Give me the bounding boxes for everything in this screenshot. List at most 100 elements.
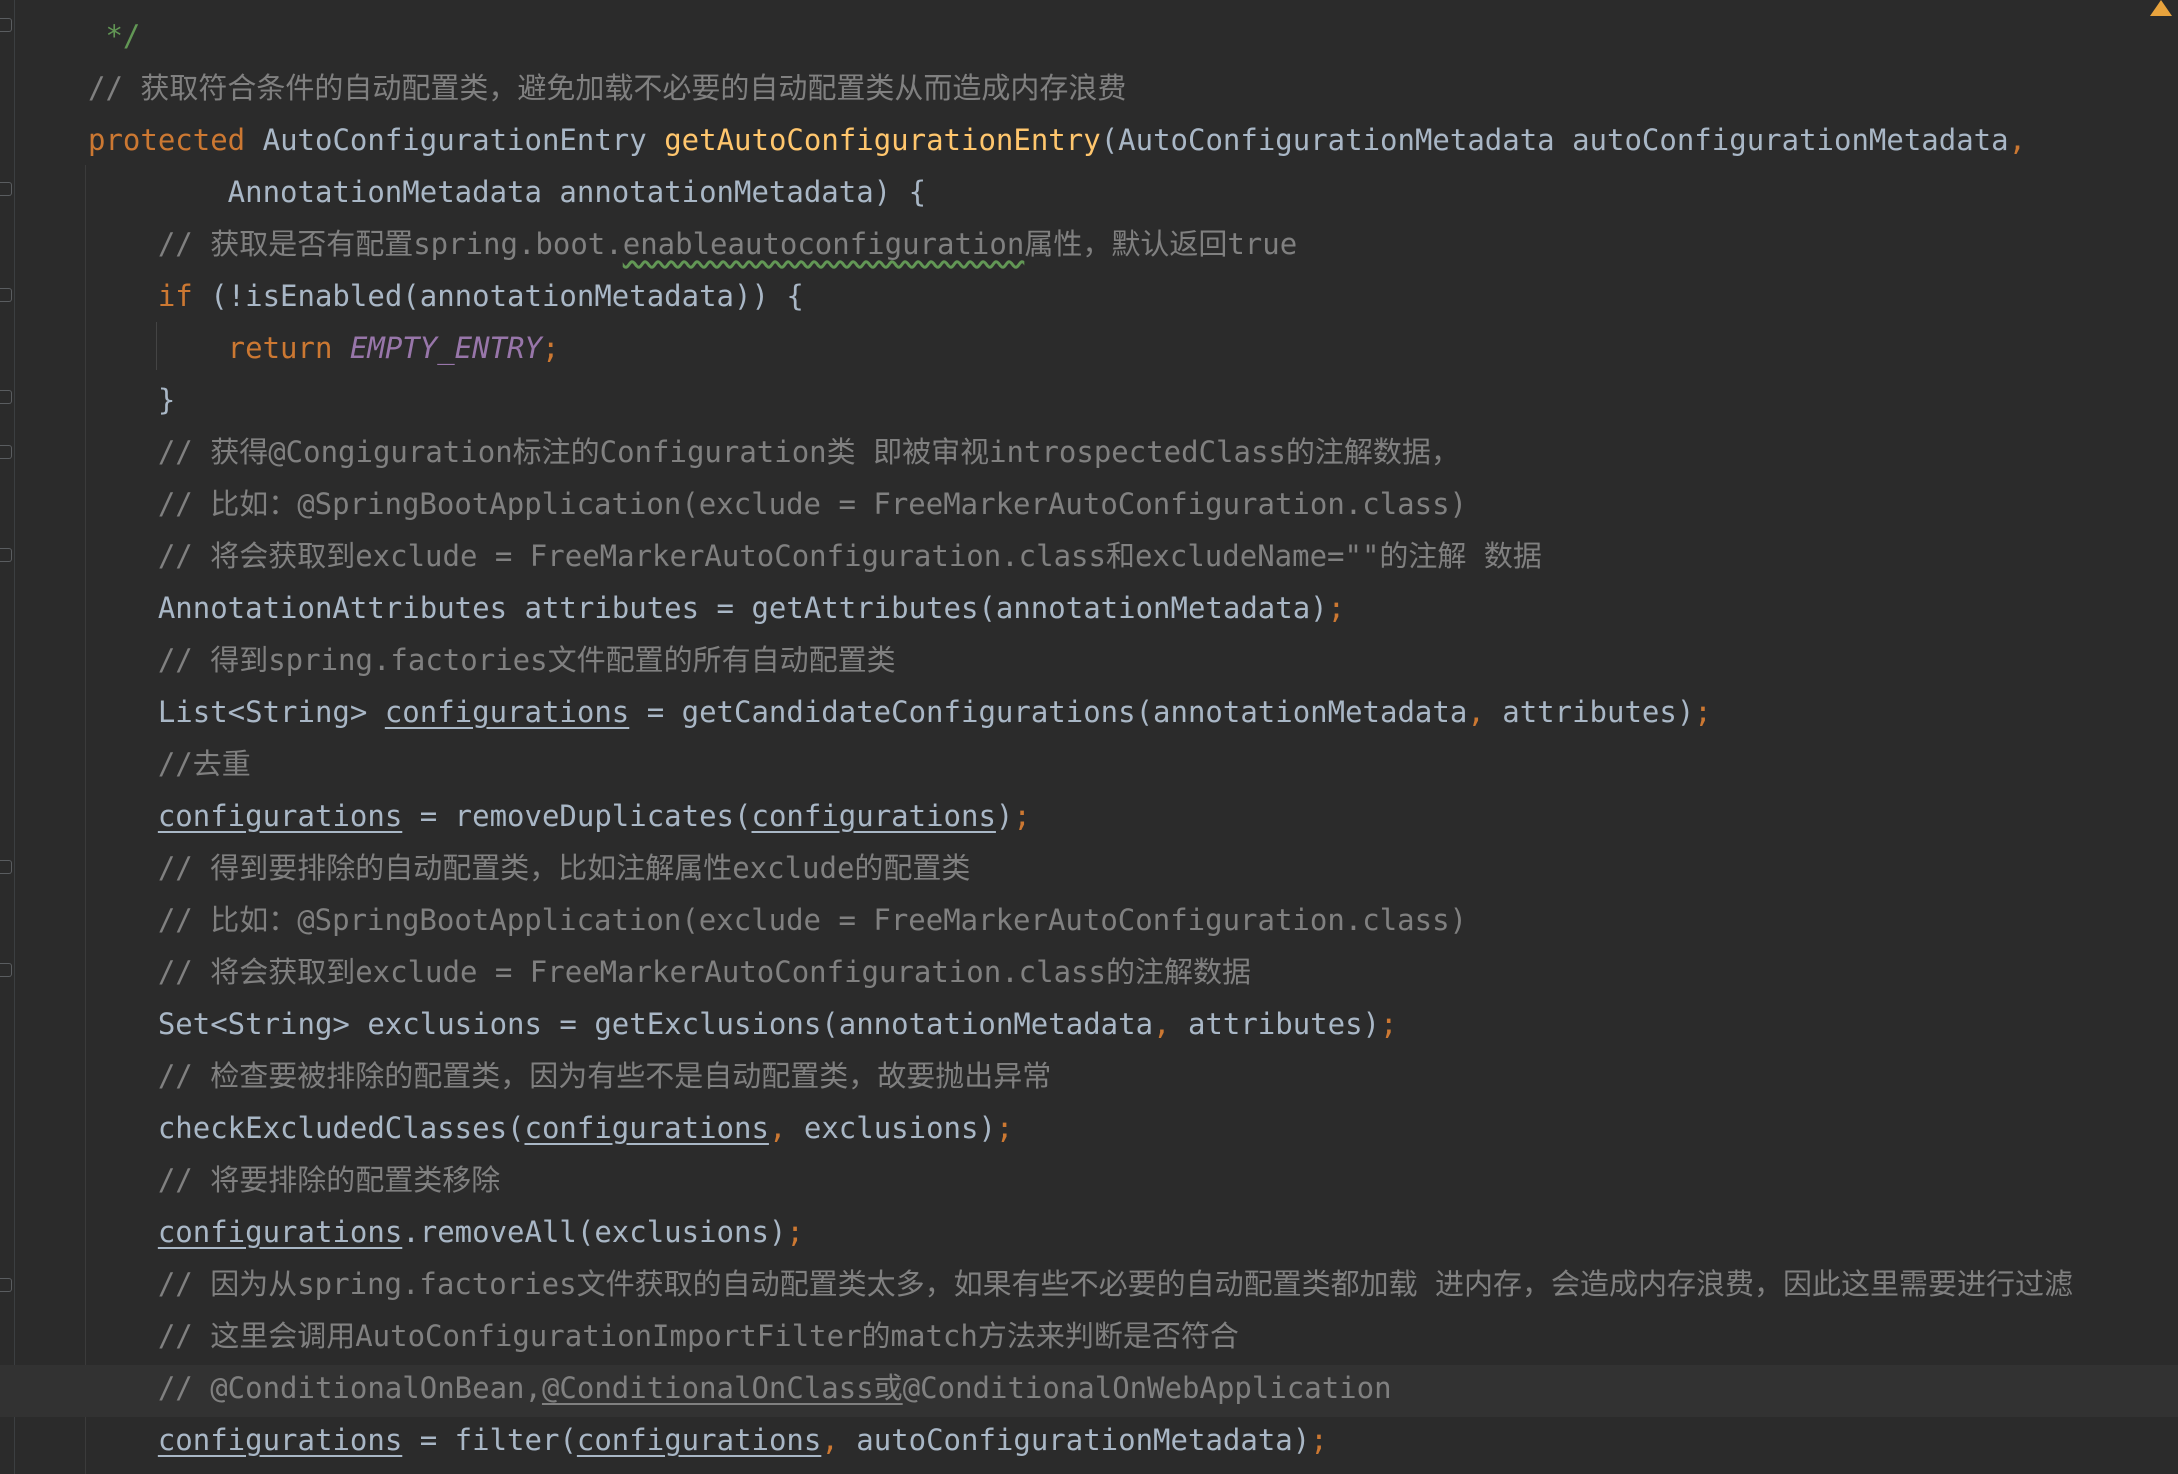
code-token: ;: [1327, 591, 1346, 625]
code-token: AnnotationAttributes attributes = getAtt…: [88, 591, 1328, 625]
code-token: // 将会获取到exclude = FreeMarkerAutoConfigur…: [88, 539, 1542, 573]
code-token: // @ConditionalOnBean,: [88, 1371, 542, 1405]
code-editor[interactable]: */ // 获取符合条件的自动配置类，避免加载不必要的自动配置类从而造成内存浪费 p…: [0, 0, 2178, 1474]
code-token: autoConfigurationMetadata): [856, 1423, 1311, 1457]
warning-icon[interactable]: [2150, 0, 2172, 16]
code-token: AutoConfigurationEntry: [262, 123, 665, 157]
code-line[interactable]: // 获取符合条件的自动配置类，避免加载不必要的自动配置类从而造成内存浪费: [88, 62, 1126, 114]
code-token: = getCandidateConfigurations(annotationM…: [629, 695, 1468, 729]
code-token: // 获取符合条件的自动配置类，避免加载不必要的自动配置类从而造成内存浪费: [88, 71, 1127, 105]
code-line[interactable]: Set<String> exclusions = getExclusions(a…: [88, 998, 1398, 1050]
code-line[interactable]: // 将要排除的配置类移除: [88, 1154, 500, 1206]
code-token: (AutoConfigurationMetadata autoConfigura…: [1100, 123, 2009, 157]
code-token: ): [995, 799, 1014, 833]
code-token: //去重: [88, 747, 251, 781]
code-token: ;: [1380, 1007, 1398, 1041]
code-token: exclusions): [803, 1111, 996, 1145]
code-token: 属性，默认返回true: [1024, 227, 1298, 261]
fold-marker-icon[interactable]: [0, 963, 12, 977]
code-line[interactable]: // 得到spring.factories文件配置的所有自动配置类: [88, 634, 896, 686]
code-token: if: [88, 279, 211, 313]
code-line[interactable]: // 比如：@SpringBootApplication(exclude = F…: [88, 894, 1467, 946]
code-token: (!isEnabled(annotationMetadata)) {: [210, 279, 804, 313]
code-line[interactable]: // 因为从spring.factories文件获取的自动配置类太多，如果有些不…: [88, 1258, 2073, 1310]
code-token: // 得到要排除的自动配置类，比如注解属性exclude的配置类: [88, 851, 971, 885]
code-token: = removeDuplicates(: [402, 799, 752, 833]
code-line[interactable]: // 检查要被排除的配置类，因为有些不是自动配置类，故要抛出异常: [88, 1050, 1051, 1102]
code-token: }: [88, 383, 176, 417]
code-token: // 将要排除的配置类移除: [88, 1163, 501, 1197]
fold-marker-icon[interactable]: [0, 445, 12, 459]
code-token: attributes): [1502, 695, 1695, 729]
code-line[interactable]: // 获取是否有配置spring.boot.enableautoconfigur…: [88, 218, 1297, 270]
code-token: ;: [541, 331, 560, 365]
code-token: // 这里会调用AutoConfigurationImportFilter的ma…: [88, 1319, 1239, 1353]
code-token: ;: [1013, 799, 1031, 833]
code-token: getAutoConfigurationEntry: [664, 123, 1101, 157]
code-line[interactable]: checkExcludedClasses(configurations, exc…: [88, 1102, 1014, 1154]
code-line[interactable]: configurations.removeAll(exclusions);: [88, 1206, 804, 1258]
fold-marker-icon[interactable]: [0, 860, 12, 874]
code-line[interactable]: if (!isEnabled(annotationMetadata)) {: [88, 270, 804, 322]
code-line[interactable]: // 获得@Congiguration标注的Configuration类 即被审…: [88, 426, 1460, 478]
code-token: // 检查要被排除的配置类，因为有些不是自动配置类，故要抛出异常: [88, 1059, 1052, 1093]
fold-marker-icon[interactable]: [0, 288, 12, 302]
code-token: // 获取是否有配置spring.boot.: [88, 227, 623, 261]
code-line[interactable]: // 得到要排除的自动配置类，比如注解属性exclude的配置类: [88, 842, 971, 894]
code-token: // 因为从spring.factories文件获取的自动配置类太多，如果有些不…: [88, 1267, 2074, 1301]
code-token: @ConditionalOnWebApplication: [902, 1371, 1392, 1405]
fold-marker-icon[interactable]: [0, 182, 12, 196]
code-token: ,: [821, 1423, 857, 1457]
code-token: = filter(: [402, 1423, 577, 1457]
code-token: AnnotationMetadata annotationMetadata) {: [88, 175, 927, 209]
code-token: // 比如：@SpringBootApplication(exclude = F…: [88, 903, 1468, 937]
code-token: configurations: [576, 1423, 822, 1457]
code-line[interactable]: //去重: [88, 738, 251, 790]
code-token: protected: [88, 123, 263, 157]
code-token: ,: [2008, 123, 2027, 157]
code-token: // 将会获取到exclude = FreeMarkerAutoConfigur…: [88, 955, 1251, 989]
code-line[interactable]: // 将会获取到exclude = FreeMarkerAutoConfigur…: [88, 530, 1542, 582]
code-token: enableautoconfiguration: [622, 227, 1025, 261]
fold-marker-icon[interactable]: [0, 548, 12, 562]
code-line[interactable]: // 比如：@SpringBootApplication(exclude = F…: [88, 478, 1467, 530]
fold-marker-icon[interactable]: [0, 18, 12, 32]
code-token: ,: [768, 1111, 804, 1145]
code-line[interactable]: }: [88, 374, 175, 426]
code-line[interactable]: // 这里会调用AutoConfigurationImportFilter的ma…: [88, 1310, 1239, 1362]
code-token: ;: [995, 1111, 1014, 1145]
code-line[interactable]: // 将会获取到exclude = FreeMarkerAutoConfigur…: [88, 946, 1251, 998]
code-token: // 获得@Congiguration标注的Configuration类 即被审…: [88, 435, 1460, 469]
code-line[interactable]: configurations = filter(configurations, …: [88, 1414, 1328, 1466]
code-line[interactable]: AnnotationAttributes attributes = getAtt…: [88, 582, 1345, 634]
editor-gutter[interactable]: [0, 0, 15, 1474]
code-token: configurations: [157, 1215, 403, 1249]
indent-guide: [85, 165, 86, 1474]
code-token: configurations: [157, 1423, 403, 1457]
code-token: List<String>: [88, 695, 385, 729]
code-token: ,: [1153, 1007, 1188, 1041]
code-token: .removeAll(exclusions): [402, 1215, 787, 1249]
code-line[interactable]: AnnotationMetadata annotationMetadata) {: [88, 166, 926, 218]
code-token: ;: [1694, 695, 1712, 729]
code-line[interactable]: */: [88, 10, 140, 62]
code-line[interactable]: return EMPTY_ENTRY;: [88, 322, 560, 374]
code-token: ;: [1310, 1423, 1328, 1457]
code-line[interactable]: protected AutoConfigurationEntry getAuto…: [88, 114, 2026, 166]
code-token: // 得到spring.factories文件配置的所有自动配置类: [88, 643, 896, 677]
code-line[interactable]: configurations = removeDuplicates(config…: [88, 790, 1031, 842]
code-token: // 比如：@SpringBootApplication(exclude = F…: [88, 487, 1468, 521]
fold-marker-icon[interactable]: [0, 1278, 12, 1292]
code-token: ;: [786, 1215, 804, 1249]
code-token: return: [88, 331, 350, 365]
code-token: configurations: [751, 799, 996, 833]
fold-marker-icon[interactable]: [0, 390, 12, 404]
code-line[interactable]: // @ConditionalOnBean,@ConditionalOnClas…: [88, 1362, 1392, 1414]
code-token: attributes): [1187, 1007, 1381, 1041]
code-token: ,: [1467, 695, 1503, 729]
code-line[interactable]: List<String> configurations = getCandida…: [88, 686, 1712, 738]
code-token: EMPTY_ENTRY: [349, 331, 542, 365]
code-token: */: [88, 19, 141, 53]
